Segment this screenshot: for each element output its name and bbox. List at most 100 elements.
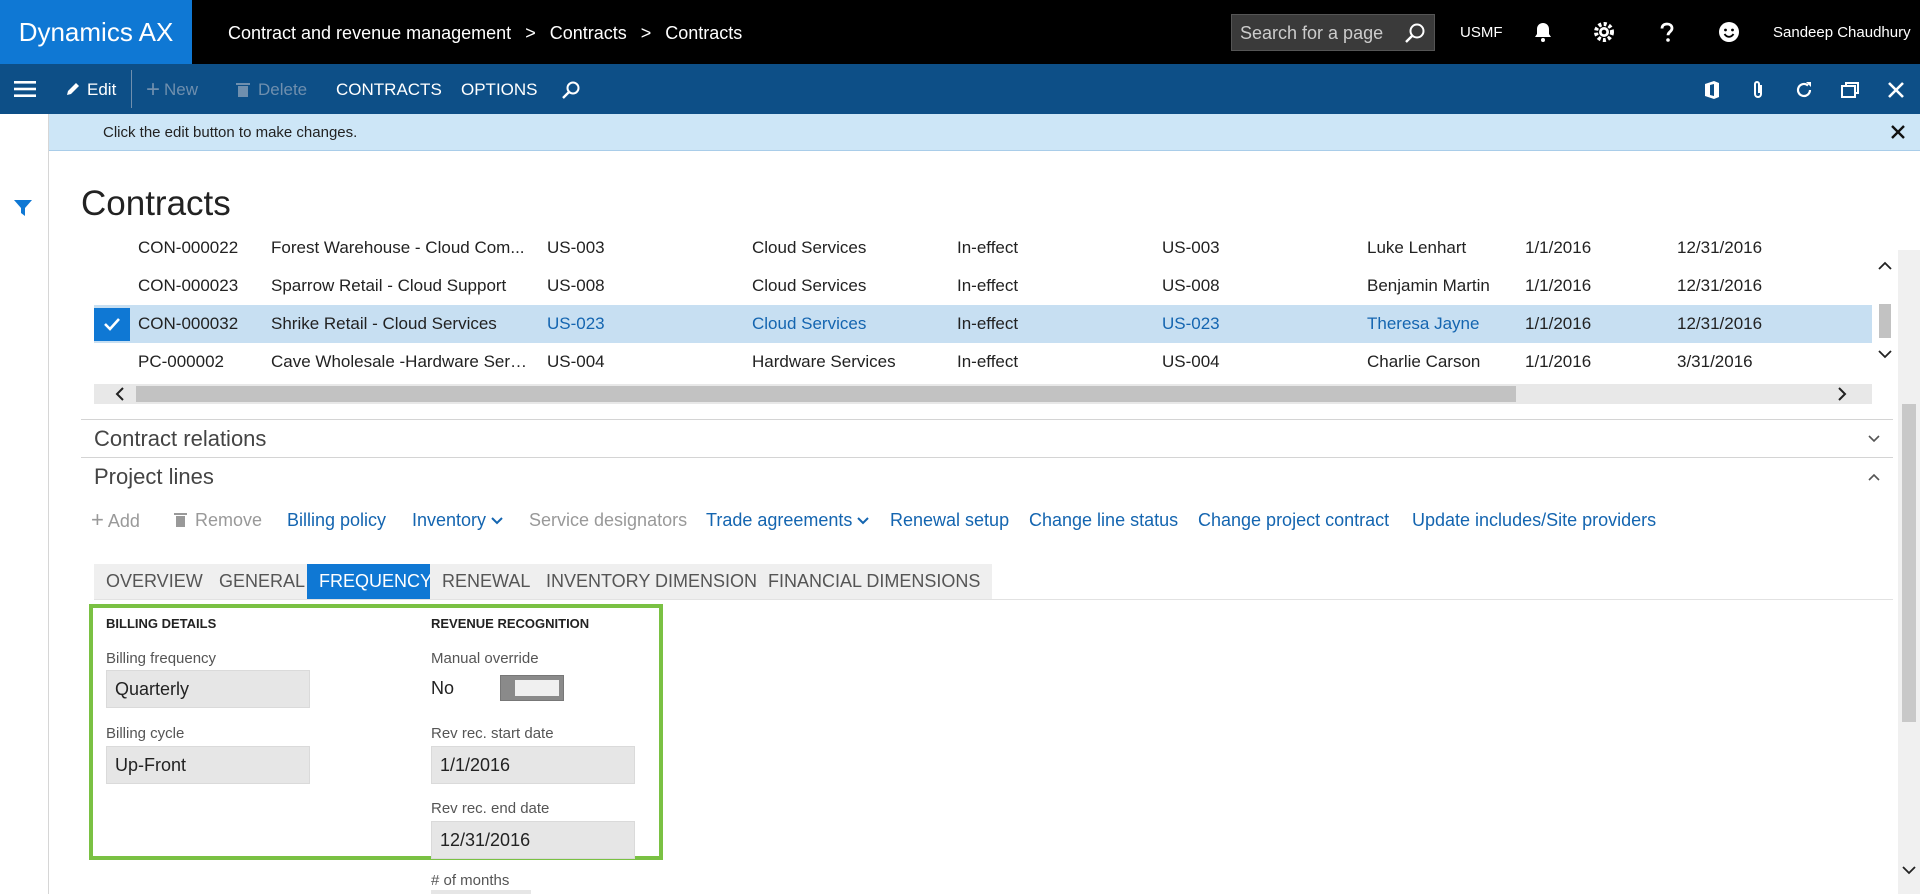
breadcrumb-item-current: Contracts — [665, 23, 743, 43]
trash-icon — [236, 83, 250, 97]
section-project-lines[interactable]: Project lines — [81, 457, 1893, 495]
cell-customer-link[interactable]: US-023 — [547, 305, 727, 343]
page-vertical-scrollbar[interactable] — [1898, 250, 1920, 894]
cell-manager-link[interactable]: Theresa Jayne — [1367, 305, 1517, 343]
edit-button[interactable]: Edit — [65, 64, 116, 116]
cell-start-date: 1/1/2016 — [1525, 238, 1592, 257]
app-brand[interactable]: Dynamics AX — [0, 0, 192, 64]
revenue-recognition-title: REVENUE RECOGNITION — [431, 616, 590, 631]
cell-start-date: 1/1/2016 — [1525, 314, 1592, 333]
billing-policy-button[interactable]: Billing policy — [287, 500, 386, 540]
scrollbar-thumb[interactable] — [1879, 304, 1891, 338]
cell-contract-id[interactable]: CON-000023 — [138, 267, 258, 305]
cell-contract-id[interactable]: PC-000002 — [138, 343, 258, 381]
tab-options[interactable]: OPTIONS — [461, 64, 538, 116]
user-name[interactable]: Sandeep Chaudhury — [1773, 0, 1911, 66]
tab-renewal[interactable]: RENEWAL — [430, 564, 543, 599]
scroll-down-icon[interactable] — [1877, 346, 1893, 362]
grid-vertical-scrollbar[interactable] — [1875, 250, 1893, 366]
cell-account-link[interactable]: US-023 — [1162, 305, 1342, 343]
rev-rec-start-label: Rev rec. start date — [431, 725, 554, 742]
add-line-button[interactable]: + Add — [91, 500, 140, 541]
filter-icon[interactable] — [13, 198, 33, 218]
billing-frequency-label: Billing frequency — [106, 650, 217, 667]
months-field[interactable] — [431, 890, 531, 894]
section-contract-relations[interactable]: Contract relations — [81, 419, 1893, 457]
tab-contracts[interactable]: CONTRACTS — [336, 64, 442, 116]
table-row-selected[interactable]: CON-000032 Shrike Retail - Cloud Service… — [94, 305, 1872, 343]
feedback-smiley-icon[interactable] — [1717, 20, 1741, 44]
renewal-setup-button[interactable]: Renewal setup — [890, 500, 1009, 540]
hamburger-menu-icon[interactable] — [14, 79, 36, 99]
frequency-highlight-box: BILLING DETAILS Billing frequency Quarte… — [89, 604, 663, 860]
help-icon[interactable] — [1655, 20, 1679, 44]
trash-icon — [174, 513, 187, 527]
plus-icon: + — [91, 507, 104, 532]
billing-frequency-field[interactable]: Quarterly — [106, 670, 310, 708]
table-row[interactable]: PC-000002 Cave Wholesale -Hardware Serv.… — [94, 343, 1872, 381]
tab-overview[interactable]: OVERVIEW — [94, 564, 215, 599]
cell-contract-id[interactable]: CON-000032 — [138, 305, 258, 343]
manual-override-toggle[interactable] — [500, 675, 564, 701]
open-new-window-icon[interactable] — [1839, 79, 1861, 101]
rev-rec-end-field[interactable]: 12/31/2016 — [431, 821, 635, 859]
cell-contract-name: Forest Warehouse - Cloud Com... — [271, 238, 525, 257]
rev-rec-end-label: Rev rec. end date — [431, 800, 550, 817]
attachment-icon[interactable] — [1747, 79, 1769, 101]
scrollbar-thumb[interactable] — [1902, 404, 1916, 722]
company-selector[interactable]: USMF — [1460, 0, 1503, 66]
billing-details-title: BILLING DETAILS — [106, 616, 217, 631]
table-row[interactable]: CON-000022 Forest Warehouse - Cloud Com.… — [94, 229, 1872, 267]
office-icon[interactable] — [1701, 79, 1723, 101]
close-icon[interactable] — [1890, 124, 1906, 140]
update-includes-button[interactable]: Update includes/Site providers — [1412, 500, 1656, 540]
change-line-status-button[interactable]: Change line status — [1029, 500, 1178, 540]
close-icon[interactable] — [1885, 79, 1907, 101]
breadcrumb-item-module[interactable]: Contract and revenue management — [228, 23, 511, 43]
tab-financial-dimensions[interactable]: FINANCIAL DIMENSIONS — [756, 564, 993, 599]
change-project-contract-button[interactable]: Change project contract — [1198, 500, 1389, 540]
refresh-icon[interactable] — [1793, 79, 1815, 101]
cell-manager: Benjamin Martin — [1367, 276, 1490, 295]
tab-frequency[interactable]: FREQUENCY — [307, 564, 445, 599]
cell-contract-id[interactable]: CON-000022 — [138, 229, 258, 267]
remove-label: Remove — [195, 510, 263, 530]
inventory-menu-button[interactable]: Inventory — [412, 500, 503, 540]
billing-cycle-field[interactable]: Up-Front — [106, 746, 310, 784]
cell-account: US-008 — [1162, 276, 1220, 295]
chevron-down-icon[interactable] — [1867, 432, 1881, 446]
service-designators-button[interactable]: Service designators — [529, 500, 687, 540]
scrollbar-thumb[interactable] — [136, 386, 1516, 402]
remove-line-button[interactable]: Remove — [174, 500, 262, 540]
add-label: Add — [107, 511, 140, 531]
search-icon[interactable] — [1404, 22, 1426, 44]
page-search[interactable] — [1231, 14, 1435, 51]
trade-agreements-menu-button[interactable]: Trade agreements — [706, 500, 870, 540]
tab-inventory-dimension[interactable]: INVENTORY DIMENSION — [534, 564, 770, 599]
bell-icon[interactable] — [1531, 20, 1555, 44]
tab-general[interactable]: GENERAL — [207, 564, 318, 599]
gear-icon[interactable] — [1592, 20, 1616, 44]
months-label: # of months — [431, 872, 510, 889]
find-icon[interactable] — [561, 80, 581, 100]
chevron-up-icon[interactable] — [1867, 470, 1881, 484]
cell-status: In-effect — [957, 352, 1019, 371]
breadcrumb-item-contracts[interactable]: Contracts — [550, 23, 627, 43]
scroll-up-icon[interactable] — [1877, 258, 1893, 274]
new-button[interactable]: + New — [146, 64, 198, 116]
grid-horizontal-scrollbar[interactable] — [94, 384, 1872, 404]
scroll-right-icon[interactable] — [1834, 386, 1850, 402]
cell-contract-name: Cave Wholesale -Hardware Serv... — [271, 352, 529, 371]
cell-contract-group-link[interactable]: Cloud Services — [752, 305, 942, 343]
cell-customer: US-008 — [547, 276, 605, 295]
row-select-checkbox[interactable] — [94, 308, 130, 341]
rev-rec-start-field[interactable]: 1/1/2016 — [431, 746, 635, 784]
scroll-down-icon[interactable] — [1901, 862, 1917, 878]
cell-customer: US-003 — [547, 238, 605, 257]
delete-button[interactable]: Delete — [236, 64, 307, 116]
search-input[interactable] — [1240, 22, 1400, 44]
cell-start-date: 1/1/2016 — [1525, 352, 1592, 371]
table-row[interactable]: CON-000023 Sparrow Retail - Cloud Suppor… — [94, 267, 1872, 305]
scroll-left-icon[interactable] — [112, 386, 128, 402]
manual-override-value: No — [431, 678, 455, 698]
